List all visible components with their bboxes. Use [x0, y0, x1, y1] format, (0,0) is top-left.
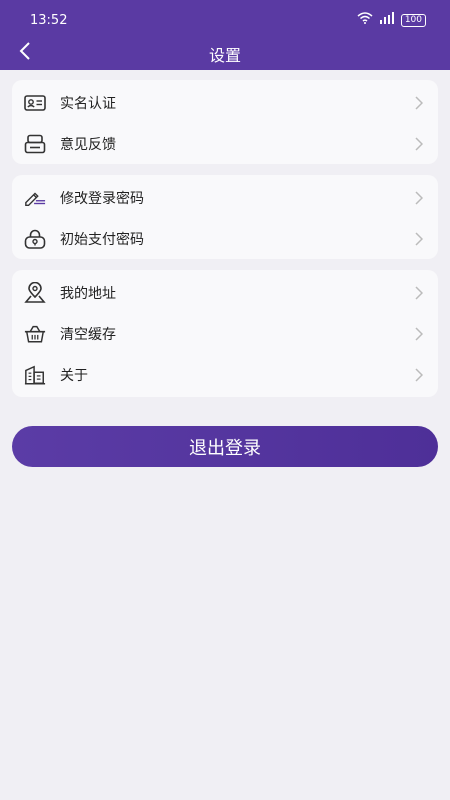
battery-icon: 100 [400, 13, 426, 27]
menu-item-label: 我的地址 [60, 285, 116, 302]
chevron-right-icon [414, 136, 424, 151]
menu-item-label: 关于 [60, 367, 88, 384]
menu-item-label: 清空缓存 [60, 326, 116, 343]
page-title: 设置 [208, 46, 241, 65]
logout-button[interactable]: 退出登录 [12, 426, 438, 467]
settings-group-2: 修改登录密码 初始支付密码 [12, 175, 438, 259]
chevron-right-icon [414, 231, 424, 246]
chevron-right-icon [414, 190, 424, 205]
menu-item-clear-cache[interactable]: 清空缓存 [12, 313, 438, 354]
menu-item-real-name-verification[interactable]: 实名认证 [12, 82, 438, 123]
chevron-right-icon [414, 326, 424, 341]
menu-item-initial-payment-password[interactable]: 初始支付密码 [12, 218, 438, 259]
settings-group-1: 实名认证 意见反馈 [12, 80, 438, 164]
menu-item-feedback[interactable]: 意见反馈 [12, 123, 438, 164]
menu-item-label: 初始支付密码 [60, 231, 144, 248]
building-icon [24, 364, 46, 386]
menu-item-label: 修改登录密码 [60, 190, 144, 207]
menu-item-label: 实名认证 [60, 95, 116, 112]
nav-bar: 设置 [0, 36, 450, 68]
location-icon [24, 281, 46, 304]
menu-item-label: 意见反馈 [60, 136, 116, 153]
status-time: 13:52 [30, 13, 68, 28]
feedback-icon [24, 133, 46, 155]
lock-icon [24, 228, 46, 250]
menu-item-change-login-password[interactable]: 修改登录密码 [12, 177, 438, 218]
signal-icon [379, 12, 395, 28]
status-icons: 100 [357, 12, 426, 28]
settings-group-3: 我的地址 清空缓存 关于 [12, 270, 438, 397]
chevron-right-icon [414, 95, 424, 110]
menu-item-my-address[interactable]: 我的地址 [12, 272, 438, 313]
edit-password-icon [24, 187, 46, 209]
basket-icon [24, 323, 46, 345]
chevron-right-icon [414, 285, 424, 300]
top-bar: 13:52 100 设置 [0, 0, 450, 70]
id-card-icon [24, 92, 46, 114]
chevron-right-icon [414, 367, 424, 382]
status-bar: 13:52 100 [0, 0, 450, 38]
wifi-icon [357, 12, 373, 28]
menu-item-about[interactable]: 关于 [12, 354, 438, 395]
